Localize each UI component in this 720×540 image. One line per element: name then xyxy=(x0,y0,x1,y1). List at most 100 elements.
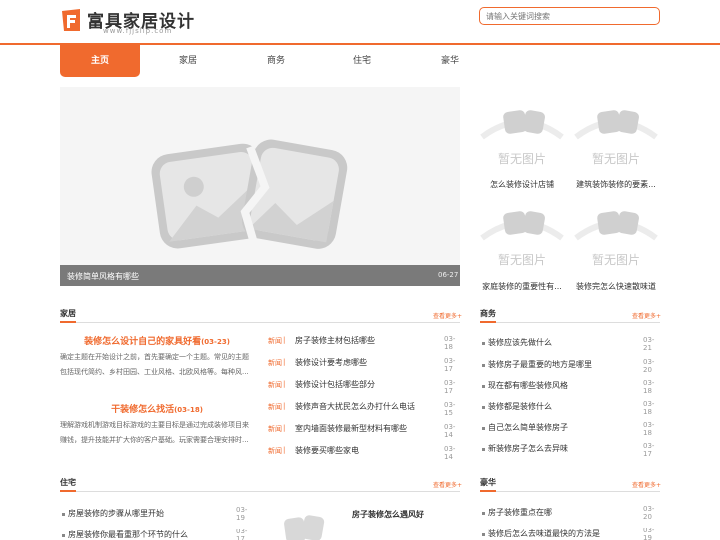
list-item[interactable]: 装修应该先做什么 03-21 xyxy=(480,336,660,352)
nav-item-business[interactable]: 商务 xyxy=(236,45,316,77)
thumb-image[interactable]: 暂无图片 xyxy=(478,107,566,171)
list-item-date: 03-19 xyxy=(643,528,655,540)
list-item[interactable]: 新闻 | 房子装修主材包括哪些 03-18 xyxy=(268,335,460,351)
list-item[interactable]: 房屋装修你最看重那个环节的什么 03-17 xyxy=(60,529,255,540)
list-item[interactable]: 自己怎么简单装修房子 03-18 xyxy=(480,421,660,437)
more-link-business[interactable]: 查看更多+ xyxy=(632,311,661,320)
nav-item-luxury[interactable]: 豪华 xyxy=(410,45,490,77)
news-title[interactable]: 装修设计要考虑哪些 xyxy=(295,357,425,368)
news-tag: 新闻 xyxy=(268,381,282,389)
bullet xyxy=(482,406,485,409)
business-list: 装修应该先做什么 03-21 装修房子最重要的地方是哪里 03-20 现在都有哪… xyxy=(480,336,660,458)
list-item-title[interactable]: 自己怎么简单装修房子 xyxy=(488,422,628,433)
nav-item-home[interactable]: 主页 xyxy=(60,45,140,77)
news-title[interactable]: 装修声音大扰民怎么办打什么电话 xyxy=(295,401,435,412)
more-link-luxury[interactable]: 查看更多+ xyxy=(632,480,661,489)
news-title[interactable]: 房子装修主材包括哪些 xyxy=(295,335,425,346)
list-item[interactable]: 装修后怎么去味道最快的方法是 03-19 xyxy=(480,528,660,540)
more-link-residence[interactable]: 查看更多+ xyxy=(433,480,462,489)
list-item[interactable]: 新闻 | 装修要买哪些家电 03-14 xyxy=(268,445,460,461)
bullet xyxy=(482,427,485,430)
more-link-home[interactable]: 查看更多+ xyxy=(433,311,462,320)
list-item[interactable]: 房子装修重点在哪 03-20 xyxy=(480,505,660,521)
list-item[interactable]: 新闻 | 装修设计包括哪些部分 03-17 xyxy=(268,379,460,395)
section-title-residence: 住宅 xyxy=(60,478,76,487)
hero-caption[interactable]: 装修简单风格有哪些 xyxy=(67,271,139,282)
news-title[interactable]: 装修设计包括哪些部分 xyxy=(295,379,425,390)
list-item[interactable]: 装修都是装修什么 03-18 xyxy=(480,400,660,416)
list-item-date: 03-20 xyxy=(643,358,655,374)
brand-domain: www.fjjsllp.com xyxy=(103,27,173,35)
no-image-icon: 暂无图片 xyxy=(480,110,564,166)
list-item-title[interactable]: 装修房子最重要的地方是哪里 xyxy=(488,359,628,370)
section-underline xyxy=(60,321,76,323)
news-title[interactable]: 室内墙面装修最新型材料有哪些 xyxy=(295,423,435,434)
home-news-list: 新闻 | 房子装修主材包括哪些 03-18 新闻 | 装修设计要考虑哪些 03-17… xyxy=(268,335,460,461)
list-item-date: 03-21 xyxy=(643,336,655,352)
hero-date: 06-27 xyxy=(438,271,459,279)
news-tag: 新闻 xyxy=(268,337,282,345)
bullet xyxy=(482,342,485,345)
list-item-title[interactable]: 装修后怎么去味道最快的方法是 xyxy=(488,528,628,539)
list-item-title[interactable]: 现在都有哪些装修风格 xyxy=(488,380,628,391)
list-item[interactable]: 新闻 | 装修声音大扰民怎么办打什么电话 03-15 xyxy=(268,401,460,417)
list-item[interactable]: 装修房子最重要的地方是哪里 03-20 xyxy=(480,358,660,374)
list-item-title[interactable]: 房子装修重点在哪 xyxy=(488,507,628,518)
featured-article-desc: 理解游戏机制游戏目标游戏的主要目标是通过完成装修项目来赚钱，提升技能并扩大你的客… xyxy=(60,421,249,444)
list-item[interactable]: 新闻 | 装修设计要考虑哪些 03-17 xyxy=(268,357,460,373)
thumb-caption[interactable]: 建筑装饰装修的要素... xyxy=(568,179,664,190)
news-tag-sep: | xyxy=(283,358,286,366)
no-image-text: 暂无图片 xyxy=(592,253,640,267)
bullet xyxy=(482,385,485,388)
bullet xyxy=(482,533,485,536)
news-tag-sep: | xyxy=(283,446,286,454)
list-item[interactable]: 新装修房子怎么去异味 03-17 xyxy=(480,442,660,458)
residence-featured-image[interactable] xyxy=(265,512,345,540)
news-tag-sep: | xyxy=(283,336,286,344)
no-image-icon: 暂无图片 xyxy=(574,110,658,166)
news-tag-sep: | xyxy=(283,402,286,410)
list-item-title[interactable]: 房屋装修的步骤从哪里开始 xyxy=(68,508,218,519)
featured-article-title[interactable]: 装修怎么设计自己的家具好看(03-23) xyxy=(57,334,257,347)
news-tag: 新闻 xyxy=(268,447,282,455)
news-title[interactable]: 装修要买哪些家电 xyxy=(295,445,425,456)
featured-article-title[interactable]: 干装修怎么找活(03-18) xyxy=(57,402,257,415)
nav-item-home-furnishing[interactable]: 家居 xyxy=(148,45,228,77)
no-image-icon: 暂无图片 xyxy=(574,211,658,267)
thumb-caption[interactable]: 装修完怎么快速散味道 xyxy=(568,281,664,292)
section-divider xyxy=(60,491,460,492)
thumb-caption[interactable]: 怎么装修设计店铺 xyxy=(474,179,570,190)
bullet xyxy=(62,513,65,516)
no-image-icon: 暂无图片 xyxy=(480,211,564,267)
bullet xyxy=(482,364,485,367)
section-underline xyxy=(480,321,496,323)
list-item-title[interactable]: 装修应该先做什么 xyxy=(488,337,628,348)
no-image-text: 暂无图片 xyxy=(592,152,640,166)
list-item-date: 03-18 xyxy=(643,379,655,395)
thumb-image[interactable]: 暂无图片 xyxy=(572,208,660,272)
thumb-caption[interactable]: 家庭装修的重要性有... xyxy=(474,281,570,292)
main-nav: 主页 家居 商务 住宅 豪华 xyxy=(60,45,460,77)
list-item-date: 03-19 xyxy=(236,506,248,522)
list-item-title[interactable]: 新装修房子怎么去异味 xyxy=(488,443,628,454)
list-item-title[interactable]: 装修都是装修什么 xyxy=(488,401,628,412)
thumb-image[interactable]: 暂无图片 xyxy=(572,107,660,171)
list-item-title[interactable]: 房屋装修你最看重那个环节的什么 xyxy=(68,529,218,540)
bullet xyxy=(62,534,65,537)
list-item-date: 03-18 xyxy=(643,421,655,437)
news-date: 03-15 xyxy=(444,401,456,417)
section-divider xyxy=(480,322,660,323)
list-item[interactable]: 现在都有哪些装修风格 03-18 xyxy=(480,379,660,395)
list-item-date: 03-17 xyxy=(643,442,655,458)
search-input[interactable] xyxy=(479,7,660,25)
broken-image-icon xyxy=(151,139,348,259)
thumb-image[interactable]: 暂无图片 xyxy=(478,208,566,272)
section-title-luxury: 豪华 xyxy=(480,478,496,487)
hero-image[interactable] xyxy=(60,87,460,286)
residence-featured-title[interactable]: 房子装修怎么遇风好 xyxy=(352,509,424,520)
list-item[interactable]: 新闻 | 室内墙面装修最新型材料有哪些 03-14 xyxy=(268,423,460,439)
list-item[interactable]: 房屋装修的步骤从哪里开始 03-19 xyxy=(60,506,255,522)
logo-icon xyxy=(62,9,80,31)
nav-item-residence[interactable]: 住宅 xyxy=(322,45,402,77)
section-underline xyxy=(480,490,496,492)
